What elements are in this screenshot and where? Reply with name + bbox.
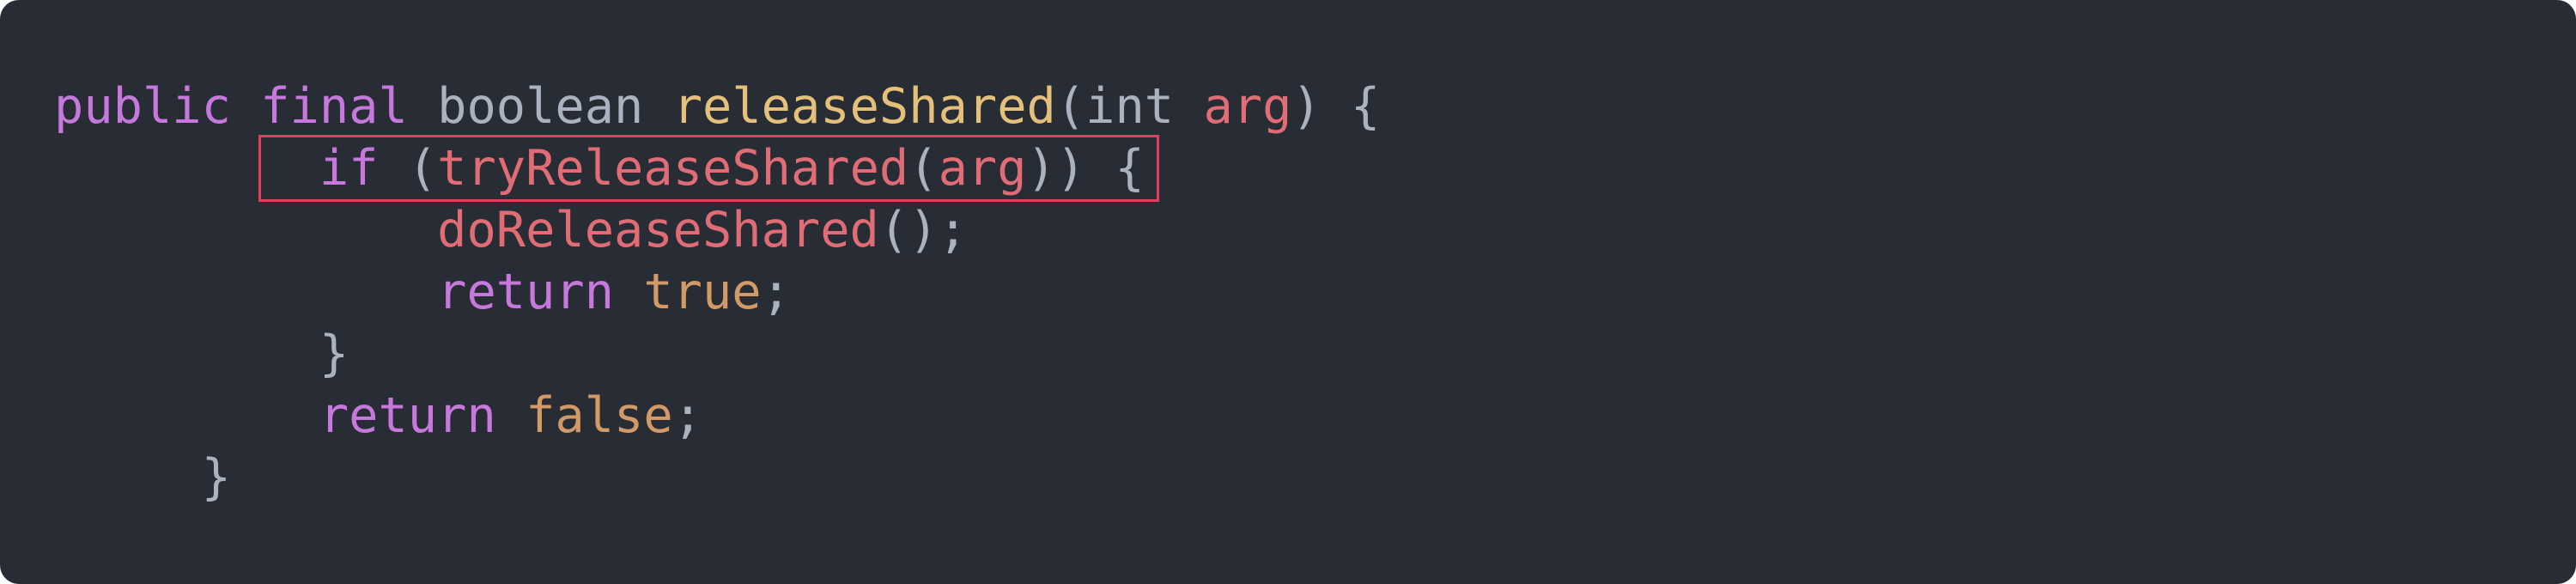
code-line-6: return false; bbox=[54, 385, 1380, 447]
token-literal-false: false bbox=[526, 387, 673, 444]
token-type-boolean: boolean bbox=[437, 78, 644, 135]
token-call-parens-semicolon: (); bbox=[878, 202, 968, 259]
token-method-name: releaseShared bbox=[672, 78, 1056, 135]
token-keyword-final: final bbox=[260, 78, 408, 135]
code-block: public final boolean releaseShared(int a… bbox=[54, 76, 1380, 508]
token-open-paren: ( bbox=[908, 140, 939, 197]
token-argument-arg: arg bbox=[938, 140, 1027, 197]
token-type-int: int bbox=[1085, 78, 1175, 135]
token-literal-true: true bbox=[643, 264, 762, 320]
token-keyword-return: return bbox=[437, 264, 615, 320]
token-parameter-arg: arg bbox=[1203, 78, 1292, 135]
code-line-5: } bbox=[54, 323, 1380, 385]
token-close-paren: ) bbox=[1291, 78, 1321, 135]
token-close-parens: )) bbox=[1026, 140, 1086, 197]
code-line-7: } bbox=[54, 447, 1380, 508]
token-close-brace: } bbox=[201, 449, 231, 506]
code-snippet-panel: public final boolean releaseShared(int a… bbox=[0, 0, 2576, 584]
token-close-brace: } bbox=[319, 325, 349, 382]
token-call-tryreleaseshared: tryReleaseShared bbox=[437, 140, 909, 197]
code-line-2: if (tryReleaseShared(arg)) { bbox=[54, 137, 1380, 199]
code-line-1: public final boolean releaseShared(int a… bbox=[54, 76, 1380, 137]
token-semicolon: ; bbox=[672, 387, 703, 444]
token-open-paren: ( bbox=[407, 140, 438, 197]
code-line-3: doReleaseShared(); bbox=[54, 199, 1380, 261]
token-keyword-if: if bbox=[319, 140, 379, 197]
token-open-brace: { bbox=[1351, 78, 1381, 135]
token-keyword-return: return bbox=[319, 387, 496, 444]
token-semicolon: ; bbox=[761, 264, 791, 320]
token-open-paren: ( bbox=[1055, 78, 1086, 135]
token-open-brace: { bbox=[1115, 140, 1145, 197]
code-line-4: return true; bbox=[54, 261, 1380, 323]
token-call-doreleaseshared: doReleaseShared bbox=[437, 202, 879, 259]
token-keyword-public: public bbox=[54, 78, 231, 135]
